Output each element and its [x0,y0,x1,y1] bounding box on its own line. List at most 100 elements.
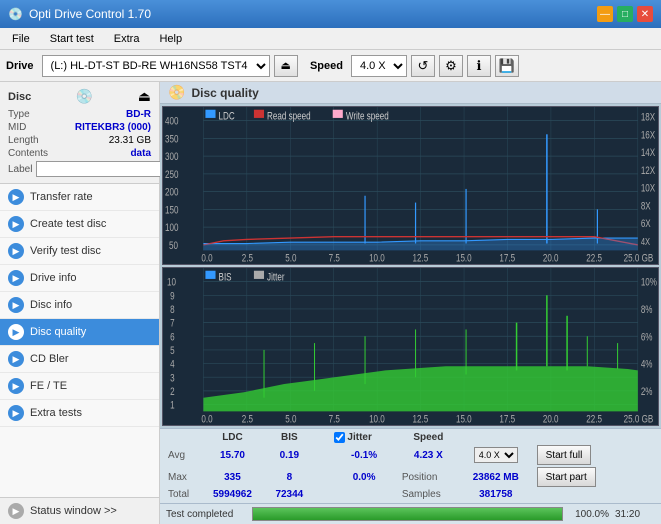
svg-text:2.5: 2.5 [242,252,253,264]
info-button[interactable]: ℹ [467,55,491,77]
sidebar-item-cd-bler[interactable]: ▶ CD Bler [0,346,159,373]
disc-mid-label: MID [8,122,26,133]
svg-text:7.5: 7.5 [329,413,340,425]
svg-text:16X: 16X [641,129,656,142]
svg-text:12X: 12X [641,165,656,178]
disc-label-input[interactable] [36,161,174,177]
svg-text:8X: 8X [641,200,651,213]
svg-text:7: 7 [170,318,174,331]
minimize-button[interactable]: — [597,6,613,22]
progress-area: Test completed 100.0% 31:20 [160,503,661,524]
sidebar-item-create-test-disc[interactable]: ▶ Create test disc [0,211,159,238]
charts-area: 400 350 300 250 200 150 100 50 18X 16X 1… [160,104,661,428]
sidebar-item-disc-info[interactable]: ▶ Disc info [0,292,159,319]
svg-text:25.0 GB: 25.0 GB [624,413,654,425]
menu-start-test[interactable]: Start test [42,31,102,47]
disc-eject-icon[interactable]: ⏏ [138,88,151,105]
speed-dropdown[interactable]: 4.0 X 2.0 X [474,447,518,463]
svg-text:0.0: 0.0 [201,252,212,264]
bis-chart-svg: 10 9 8 7 6 5 4 3 2 1 10% 8% 6% 4% 2% [163,268,658,425]
drive-select[interactable]: (L:) HL-DT-ST BD-RE WH16NS58 TST4 [42,55,270,77]
status-window-item[interactable]: ▶ Status window >> [0,498,159,524]
extra-tests-icon: ▶ [8,405,24,421]
svg-text:15.0: 15.0 [456,413,472,425]
position-value: 23862 MB [459,466,533,488]
ldc-col-header: LDC [202,431,263,444]
start-part-button[interactable]: Start part [537,467,596,487]
menubar: File Start test Extra Help [0,28,661,50]
svg-text:22.5: 22.5 [586,413,602,425]
svg-text:150: 150 [165,204,178,217]
nav-items: ▶ Transfer rate ▶ Create test disc ▶ Ver… [0,184,159,497]
progress-percent: 100.0% [569,509,609,520]
jitter-label: Jitter [347,432,371,443]
status-window-section: ▶ Status window >> [0,497,159,524]
disc-type-row: Type BD-R [8,109,151,120]
svg-text:50: 50 [169,240,178,253]
transfer-rate-icon: ▶ [8,189,24,205]
progress-bar-fill [253,508,562,520]
titlebar-left: 💿 Opti Drive Control 1.70 [8,7,151,21]
svg-text:5.0: 5.0 [285,252,296,264]
main-layout: Disc 💿 ⏏ Type BD-R MID RITEKBR3 (000) Le… [0,82,661,524]
max-label: Max [164,466,202,488]
avg-bis: 0.19 [263,444,316,466]
svg-text:200: 200 [165,187,178,200]
svg-text:Read speed: Read speed [267,110,311,123]
max-ldc: 335 [202,466,263,488]
ldc-chart-svg: 400 350 300 250 200 150 100 50 18X 16X 1… [163,107,658,264]
eject-button[interactable]: ⏏ [274,55,298,77]
sidebar-item-drive-info[interactable]: ▶ Drive info [0,265,159,292]
start-full-button[interactable]: Start full [537,445,592,465]
menu-extra[interactable]: Extra [106,31,148,47]
svg-text:5: 5 [170,345,174,358]
svg-text:20.0: 20.0 [543,252,559,264]
sidebar-item-fe-te[interactable]: ▶ FE / TE [0,373,159,400]
svg-text:10.0: 10.0 [369,252,385,264]
status-text: Test completed [166,509,246,520]
avg-label: Avg [164,444,202,466]
speed-label: Speed [310,60,343,72]
svg-text:0.0: 0.0 [201,413,212,425]
drive-label: Drive [6,60,34,72]
menu-file[interactable]: File [4,31,38,47]
total-label: Total [164,488,202,501]
svg-text:2%: 2% [641,386,653,399]
svg-text:17.5: 17.5 [499,413,515,425]
svg-text:Write speed: Write speed [346,110,389,123]
fe-te-label: FE / TE [30,380,67,392]
samples-value: 381758 [459,488,533,501]
save-button[interactable]: 💾 [495,55,519,77]
svg-text:400: 400 [165,116,178,129]
svg-text:12.5: 12.5 [413,252,429,264]
svg-text:18X: 18X [641,112,656,125]
create-test-disc-icon: ▶ [8,216,24,232]
svg-text:3: 3 [170,372,174,385]
status-window-label: Status window >> [30,505,117,517]
settings-button[interactable]: ⚙ [439,55,463,77]
disc-contents-row: Contents data [8,148,151,159]
svg-text:1: 1 [170,400,174,413]
disc-quality-label: Disc quality [30,326,86,338]
sidebar-item-disc-quality[interactable]: ▶ Disc quality [0,319,159,346]
jitter-checkbox[interactable] [334,432,345,443]
sidebar-item-transfer-rate[interactable]: ▶ Transfer rate [0,184,159,211]
sidebar-item-extra-tests[interactable]: ▶ Extra tests [0,400,159,427]
sidebar-item-verify-test-disc[interactable]: ▶ Verify test disc [0,238,159,265]
menu-help[interactable]: Help [151,31,190,47]
disc-mid-row: MID RITEKBR3 (000) [8,122,151,133]
close-button[interactable]: ✕ [637,6,653,22]
disc-contents-value: data [130,148,151,159]
transfer-rate-label: Transfer rate [30,191,93,203]
window-controls[interactable]: — □ ✕ [597,6,653,22]
speed-select[interactable]: 4.0 X 2.0 X 1.0 X [351,55,407,77]
maximize-button[interactable]: □ [617,6,633,22]
disc-info-label: Disc info [30,299,72,311]
refresh-button[interactable]: ↺ [411,55,435,77]
drive-toolbar: Drive (L:) HL-DT-ST BD-RE WH16NS58 TST4 … [0,50,661,82]
create-test-disc-label: Create test disc [30,218,106,230]
disc-length-label: Length [8,135,39,146]
svg-text:10: 10 [167,277,176,290]
disc-panel-title: Disc [8,91,31,103]
extra-tests-label: Extra tests [30,407,82,419]
